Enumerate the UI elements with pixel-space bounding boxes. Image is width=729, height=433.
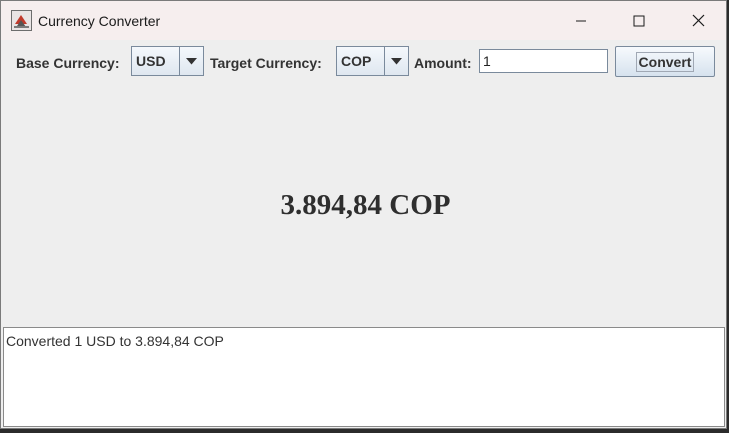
chevron-down-icon (186, 57, 197, 64)
log-line: Converted 1 USD to 3.894,84 COP (6, 333, 224, 349)
amount-input[interactable] (479, 49, 608, 73)
close-button[interactable] (669, 1, 726, 40)
base-currency-select[interactable]: USD (131, 46, 204, 76)
maximize-button[interactable] (610, 1, 668, 40)
amount-label: Amount: (414, 55, 472, 71)
dropdown-arrow-button[interactable] (384, 47, 408, 75)
java-cup-icon (11, 10, 32, 31)
chevron-down-icon (391, 57, 402, 64)
minimize-icon (576, 20, 586, 21)
close-icon (692, 14, 704, 27)
minimize-button[interactable] (552, 1, 610, 40)
title-bar[interactable]: Currency Converter (1, 1, 726, 40)
target-currency-select[interactable]: COP (336, 46, 409, 76)
app-window: Currency Converter Base Currency: USD Ta… (0, 0, 727, 429)
base-currency-label: Base Currency: (16, 55, 120, 71)
conversion-log[interactable]: Converted 1 USD to 3.894,84 COP (3, 327, 725, 427)
target-currency-value: COP (341, 53, 372, 69)
convert-button-label: Convert (635, 51, 695, 72)
dropdown-arrow-button[interactable] (179, 47, 203, 75)
target-currency-label: Target Currency: (210, 55, 322, 71)
base-currency-value: USD (136, 53, 166, 69)
convert-button[interactable]: Convert (615, 46, 715, 77)
conversion-result: 3.894,84 COP (280, 189, 451, 221)
maximize-icon (633, 15, 645, 26)
window-title: Currency Converter (38, 13, 161, 29)
